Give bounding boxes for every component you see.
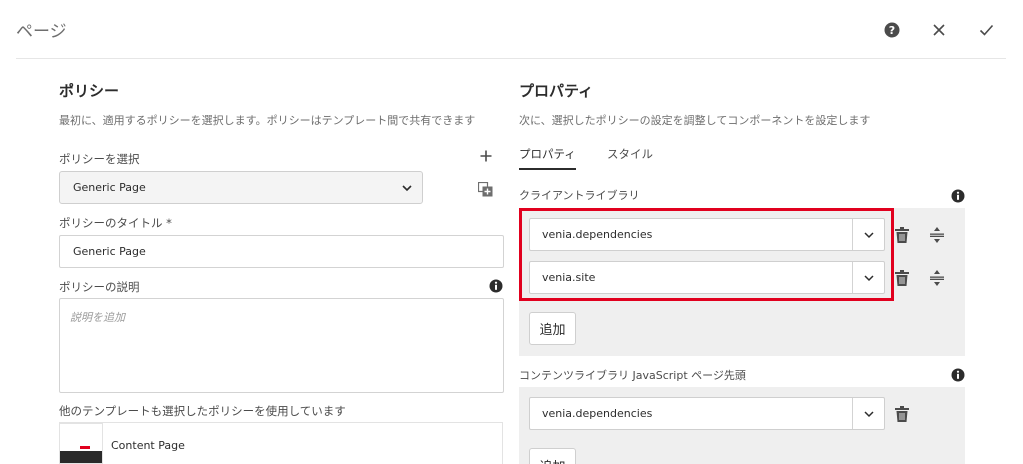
properties-heading: プロパティ (519, 82, 594, 100)
shared-templates-label: 他のテンプレートも選択したポリシーを使用しています (59, 404, 346, 418)
policy-description-textarea[interactable]: 説明を追加 (59, 298, 504, 393)
chevron-down-icon (402, 184, 412, 191)
client-libs-label: クライアントライブラリ (519, 189, 640, 202)
add-policy-icon[interactable] (478, 148, 494, 164)
template-thumbnail (59, 423, 103, 464)
policy-title-input[interactable]: Generic Page (59, 235, 504, 268)
header-divider (16, 58, 1006, 59)
trash-icon[interactable] (893, 269, 911, 287)
reorder-handle-icon[interactable] (928, 269, 946, 287)
active-tab-indicator (519, 168, 576, 170)
trash-icon[interactable] (893, 405, 911, 423)
policy-description-label: ポリシーの説明 (59, 280, 140, 294)
content-libs-label: コンテンツライブラリ JavaScript ページ先頭 (519, 369, 746, 382)
info-icon[interactable] (950, 188, 965, 203)
content-lib-value: venia.dependencies (542, 407, 653, 420)
policy-select-value: Generic Page (73, 181, 146, 194)
info-icon[interactable] (950, 367, 965, 382)
properties-description: 次に、選択したポリシーの設定を調整してコンポーネントを設定します (519, 114, 871, 127)
shared-template-name: Content Page (111, 439, 185, 452)
policy-title-label: ポリシーのタイトル * (59, 216, 172, 230)
info-icon[interactable] (488, 278, 503, 293)
add-content-lib-button[interactable]: 追加 (529, 448, 576, 464)
dialog-header: ページ ? (0, 0, 1023, 58)
tab-styles[interactable]: スタイル (607, 146, 653, 162)
policy-title-value: Generic Page (73, 245, 146, 258)
highlight-box (519, 208, 894, 301)
policy-description: 最初に、適用するポリシーを選択します。ポリシーはテンプレート間で共有できます (59, 114, 476, 127)
dialog-title: ページ (16, 22, 67, 42)
policy-description-placeholder: 説明を追加 (70, 311, 125, 324)
content-lib-select[interactable]: venia.dependencies (529, 397, 885, 430)
close-icon[interactable] (929, 20, 949, 40)
help-icon[interactable]: ? (882, 20, 902, 40)
reorder-handle-icon[interactable] (928, 226, 946, 244)
duplicate-policy-icon[interactable] (477, 181, 494, 198)
trash-icon[interactable] (893, 226, 911, 244)
checkmark-icon[interactable] (976, 20, 996, 40)
tab-properties[interactable]: プロパティ (519, 146, 576, 162)
chevron-down-icon (864, 410, 874, 417)
add-client-lib-button[interactable]: 追加 (529, 312, 576, 345)
policy-select[interactable]: Generic Page (59, 171, 423, 204)
select-policy-label: ポリシーを選択 (59, 152, 140, 166)
svg-text:?: ? (889, 24, 895, 37)
policy-heading: ポリシー (59, 82, 120, 100)
